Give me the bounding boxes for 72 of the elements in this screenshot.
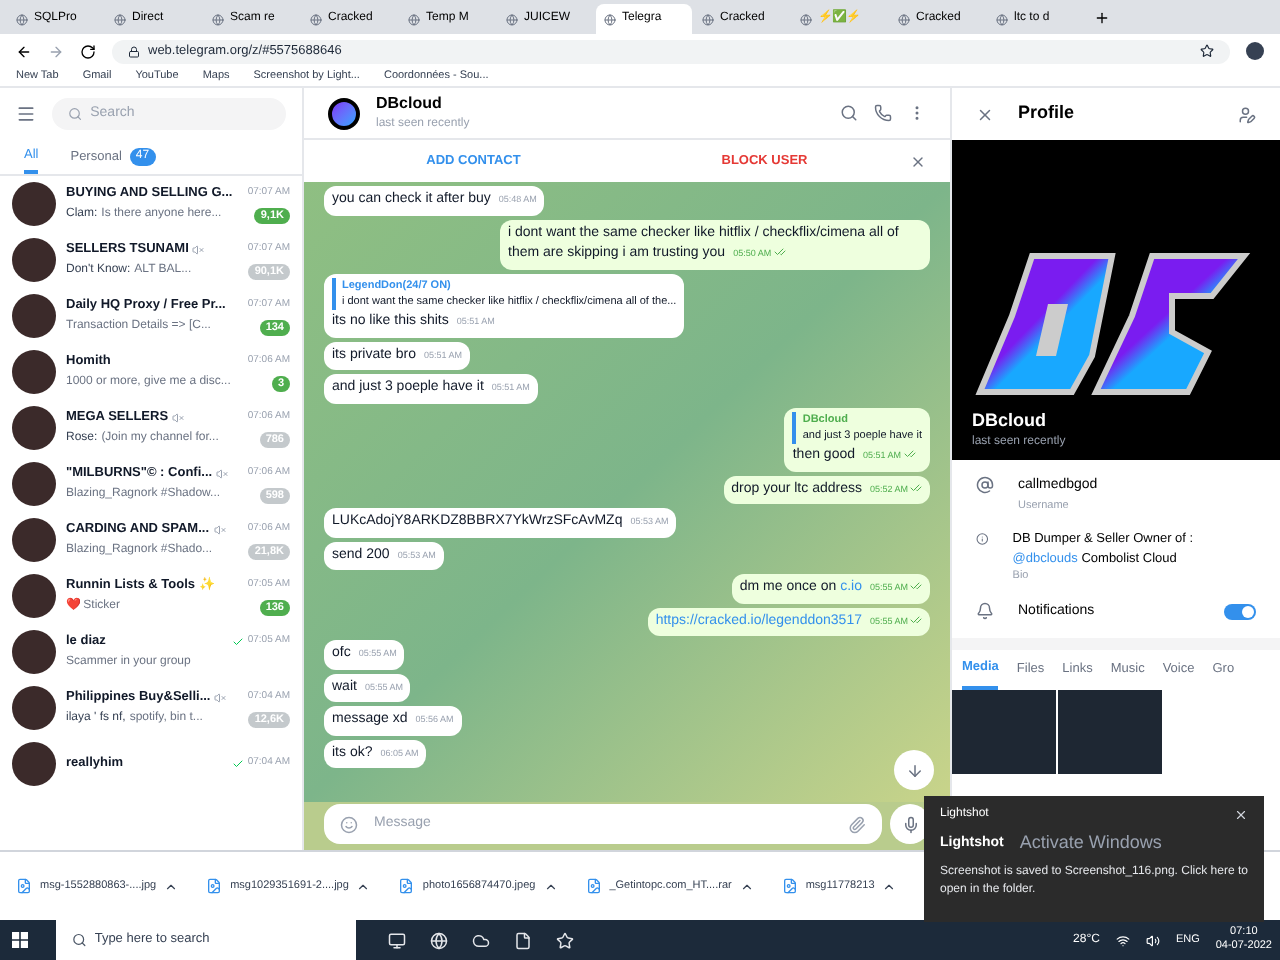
file-icon	[206, 878, 223, 894]
volume-icon	[1145, 933, 1160, 947]
media-thumbnail[interactable]	[1058, 690, 1162, 774]
activate-windows-text: Activate Windows	[1019, 830, 1162, 856]
close-icon	[1234, 808, 1248, 822]
edit-user-icon	[1238, 105, 1256, 123]
avatar-logo-drawing	[328, 97, 360, 129]
menu-icon	[16, 104, 36, 124]
close-icon	[910, 153, 926, 169]
chat-title: DBcloud	[376, 92, 444, 116]
favicon-icon	[16, 13, 28, 25]
phone-icon	[874, 104, 892, 122]
avatar-placeholder	[12, 294, 56, 338]
favicon-icon	[114, 13, 126, 25]
taskbar-app-icon[interactable]	[388, 931, 406, 949]
taskbar-app-icon[interactable]	[514, 931, 532, 949]
microphone-icon	[901, 815, 919, 833]
chevron-icon	[356, 879, 371, 893]
media-thumbnail[interactable]	[952, 690, 1056, 774]
favicon-icon	[898, 13, 910, 25]
back-icon	[16, 43, 32, 59]
file-icon	[585, 878, 602, 894]
taskbar-app-icon[interactable]	[472, 931, 490, 949]
chevron-icon	[882, 879, 897, 893]
notifications-toggle[interactable]	[1224, 603, 1256, 620]
info-icon	[976, 529, 989, 548]
avatar-placeholder	[12, 518, 56, 562]
star-icon	[1200, 44, 1214, 58]
avatar-placeholder	[12, 406, 56, 450]
favicon-icon	[604, 13, 616, 25]
search-icon	[840, 104, 858, 122]
taskbar-app-icon[interactable]	[430, 931, 448, 949]
panel-title: Profile	[1018, 100, 1077, 127]
search-icon	[72, 932, 87, 948]
avatar-placeholder	[12, 574, 56, 618]
bell-icon	[976, 602, 994, 621]
avatar-placeholder	[12, 742, 56, 786]
windows-logo-icon	[12, 932, 28, 948]
favicon-icon	[506, 13, 518, 25]
search-icon	[68, 106, 83, 122]
avatar-placeholder	[12, 350, 56, 394]
emoji-icon	[340, 815, 358, 833]
avatar-placeholder	[12, 462, 56, 506]
taskbar-app-icon[interactable]	[556, 931, 574, 949]
avatar-placeholder	[12, 238, 56, 282]
avatar-placeholder	[12, 686, 56, 730]
favicon-icon	[800, 13, 812, 25]
scroll-down-button[interactable]	[894, 750, 934, 790]
avatar-placeholder	[12, 182, 56, 226]
favicon-icon	[702, 13, 714, 25]
wifi-icon	[1115, 933, 1130, 947]
favicon-icon	[212, 13, 224, 25]
lock-icon	[128, 45, 140, 57]
arrow-down-icon	[905, 761, 923, 779]
profile-name: DBcloud	[972, 407, 1048, 433]
profile-avatar[interactable]	[1246, 42, 1264, 60]
chevron-icon	[164, 879, 179, 893]
file-icon	[781, 878, 798, 894]
close-icon	[976, 105, 994, 123]
file-icon	[398, 878, 415, 894]
new-tab-icon	[1094, 10, 1110, 26]
at-icon	[976, 476, 994, 494]
chevron-icon	[543, 879, 558, 893]
reload-icon	[80, 43, 96, 59]
file-icon	[16, 878, 32, 894]
favicon-icon	[996, 13, 1008, 25]
attach-icon	[848, 815, 866, 833]
chevron-icon	[739, 879, 754, 893]
favicon-icon	[310, 13, 322, 25]
forward-icon	[48, 43, 64, 59]
avatar-placeholder	[12, 630, 56, 674]
favicon-icon	[408, 13, 420, 25]
